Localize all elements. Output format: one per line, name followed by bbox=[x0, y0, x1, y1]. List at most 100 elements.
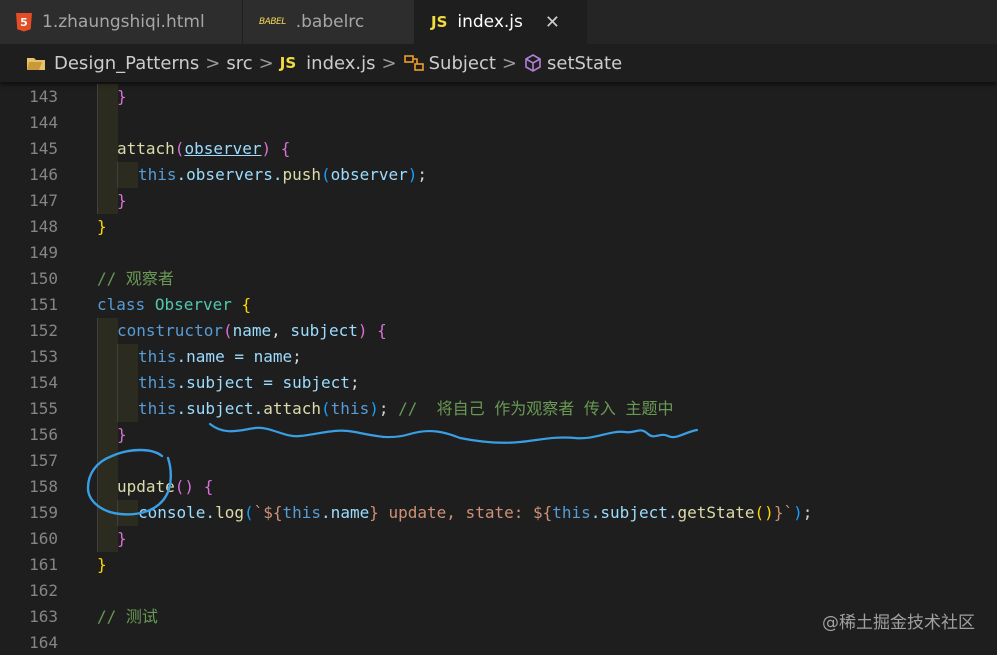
tab-label: .babelrc bbox=[295, 12, 365, 32]
code-line: 153 this.name = name; bbox=[0, 344, 997, 370]
line-number: 164 bbox=[29, 633, 58, 652]
code-editor[interactable]: 143 } 144 145 attach(observer) { 146 thi… bbox=[0, 82, 997, 655]
babel-icon: BABEL bbox=[259, 17, 286, 27]
code-text: console.log(`${this.name} update, state:… bbox=[138, 503, 813, 522]
watermark: @稀土掘金技术社区 bbox=[822, 613, 975, 633]
line-number: 148 bbox=[29, 217, 58, 236]
class-symbol-icon bbox=[403, 55, 424, 71]
line-number: 156 bbox=[29, 425, 58, 444]
indent-guide bbox=[117, 370, 138, 396]
breadcrumb-label: src bbox=[226, 52, 253, 74]
code-line: 159 console.log(`${this.name} update, st… bbox=[0, 500, 997, 526]
tab-bar: 5 1.zhaungshiqi.html BABEL .babelrc JS i… bbox=[0, 0, 997, 44]
code-line: 143 } bbox=[0, 84, 997, 110]
indent-guide bbox=[97, 474, 118, 500]
code-line: 151 class Observer { bbox=[0, 292, 997, 318]
code-line: 162 bbox=[0, 578, 997, 604]
code-text: } bbox=[117, 425, 127, 444]
tab-label: 1.zhaungshiqi.html bbox=[42, 12, 205, 32]
line-number: 149 bbox=[29, 243, 58, 262]
indent-guide bbox=[97, 188, 118, 214]
code-line: 156 } bbox=[0, 422, 997, 448]
line-number: 153 bbox=[29, 347, 58, 366]
js-icon: JS bbox=[279, 54, 297, 72]
code-line: 157 bbox=[0, 448, 997, 474]
code-text: } bbox=[97, 555, 107, 574]
code-line: 152 constructor(name, subject) { bbox=[0, 318, 997, 344]
code-text: attach(observer) { bbox=[117, 139, 291, 158]
tab-label: index.js bbox=[457, 12, 523, 32]
indent-guide bbox=[97, 162, 118, 188]
indent-guide bbox=[97, 500, 118, 526]
line-number: 152 bbox=[29, 321, 58, 340]
line-number: 143 bbox=[29, 87, 58, 106]
indent-guide bbox=[97, 318, 118, 344]
line-number: 151 bbox=[29, 295, 58, 314]
breadcrumb-file[interactable]: JS index.js bbox=[280, 53, 376, 74]
line-number: 147 bbox=[29, 191, 58, 210]
code-text: class Observer { bbox=[97, 295, 252, 314]
line-number: 157 bbox=[29, 451, 58, 470]
code-line: 146 this.observers.push(observer); bbox=[0, 162, 997, 188]
line-number: 144 bbox=[29, 113, 58, 132]
tab-html-file[interactable]: 5 1.zhaungshiqi.html bbox=[0, 0, 243, 44]
code-comment: // 观察者 bbox=[97, 269, 174, 288]
breadcrumb: Design_Patterns > src > JS index.js > Su… bbox=[0, 44, 997, 82]
code-text: this.name = name; bbox=[138, 347, 302, 366]
line-number: 163 bbox=[29, 607, 58, 626]
code-line: 148 } bbox=[0, 214, 997, 240]
code-text: this.subject.attach(this); // 将自己 作为观察者 … bbox=[138, 399, 674, 418]
code-text: this.observers.push(observer); bbox=[138, 165, 428, 184]
tab-index-js[interactable]: JS index.js ✕ bbox=[415, 0, 587, 44]
line-number: 159 bbox=[29, 503, 58, 522]
code-line: 144 bbox=[0, 110, 997, 136]
folder-icon bbox=[27, 58, 45, 70]
indent-guide bbox=[97, 370, 118, 396]
indent-guide bbox=[97, 526, 118, 552]
close-icon[interactable]: ✕ bbox=[545, 12, 560, 33]
line-number: 162 bbox=[29, 581, 58, 600]
code-text: this.subject = subject; bbox=[138, 373, 360, 392]
indent-guide bbox=[117, 344, 138, 370]
breadcrumb-label: index.js bbox=[306, 52, 376, 74]
chevron-right-icon: > bbox=[258, 52, 274, 74]
code-text: } bbox=[97, 217, 107, 236]
line-number: 146 bbox=[29, 165, 58, 184]
code-line: 147 } bbox=[0, 188, 997, 214]
indent-guide bbox=[97, 136, 118, 162]
breadcrumb-folder[interactable]: Design_Patterns bbox=[26, 53, 199, 74]
code-line: 158 update() { bbox=[0, 474, 997, 500]
chevron-right-icon: > bbox=[501, 52, 517, 74]
code-text: } bbox=[117, 191, 127, 210]
line-number: 160 bbox=[29, 529, 58, 548]
indent-guide bbox=[117, 396, 138, 422]
breadcrumb-src[interactable]: src bbox=[226, 53, 252, 74]
method-cube-icon bbox=[525, 54, 541, 72]
code-comment: // 测试 bbox=[97, 607, 158, 626]
breadcrumb-label: Subject bbox=[428, 52, 496, 74]
html5-icon: 5 bbox=[16, 12, 32, 32]
line-number: 161 bbox=[29, 555, 58, 574]
indent-guide bbox=[97, 344, 118, 370]
line-number: 150 bbox=[29, 269, 58, 288]
code-line: 160 } bbox=[0, 526, 997, 552]
indent-guide bbox=[97, 422, 118, 448]
code-line: 164 bbox=[0, 630, 997, 655]
indent-guide bbox=[97, 84, 118, 110]
breadcrumb-class[interactable]: Subject bbox=[403, 53, 496, 74]
line-number: 158 bbox=[29, 477, 58, 496]
code-text: } bbox=[117, 87, 127, 106]
breadcrumb-label: setState bbox=[547, 52, 623, 74]
breadcrumb-method[interactable]: setState bbox=[523, 53, 622, 74]
breadcrumb-label: Design_Patterns bbox=[54, 52, 200, 74]
line-number: 154 bbox=[29, 373, 58, 392]
chevron-right-icon: > bbox=[205, 52, 221, 74]
indent-guide bbox=[97, 396, 118, 422]
indent-guide bbox=[97, 110, 118, 136]
tab-babelrc[interactable]: BABEL .babelrc bbox=[243, 0, 415, 44]
code-text: update() { bbox=[117, 477, 214, 496]
indent-guide bbox=[97, 448, 118, 474]
chevron-right-icon: > bbox=[381, 52, 397, 74]
line-number: 155 bbox=[29, 399, 58, 418]
code-text: constructor(name, subject) { bbox=[117, 321, 387, 340]
